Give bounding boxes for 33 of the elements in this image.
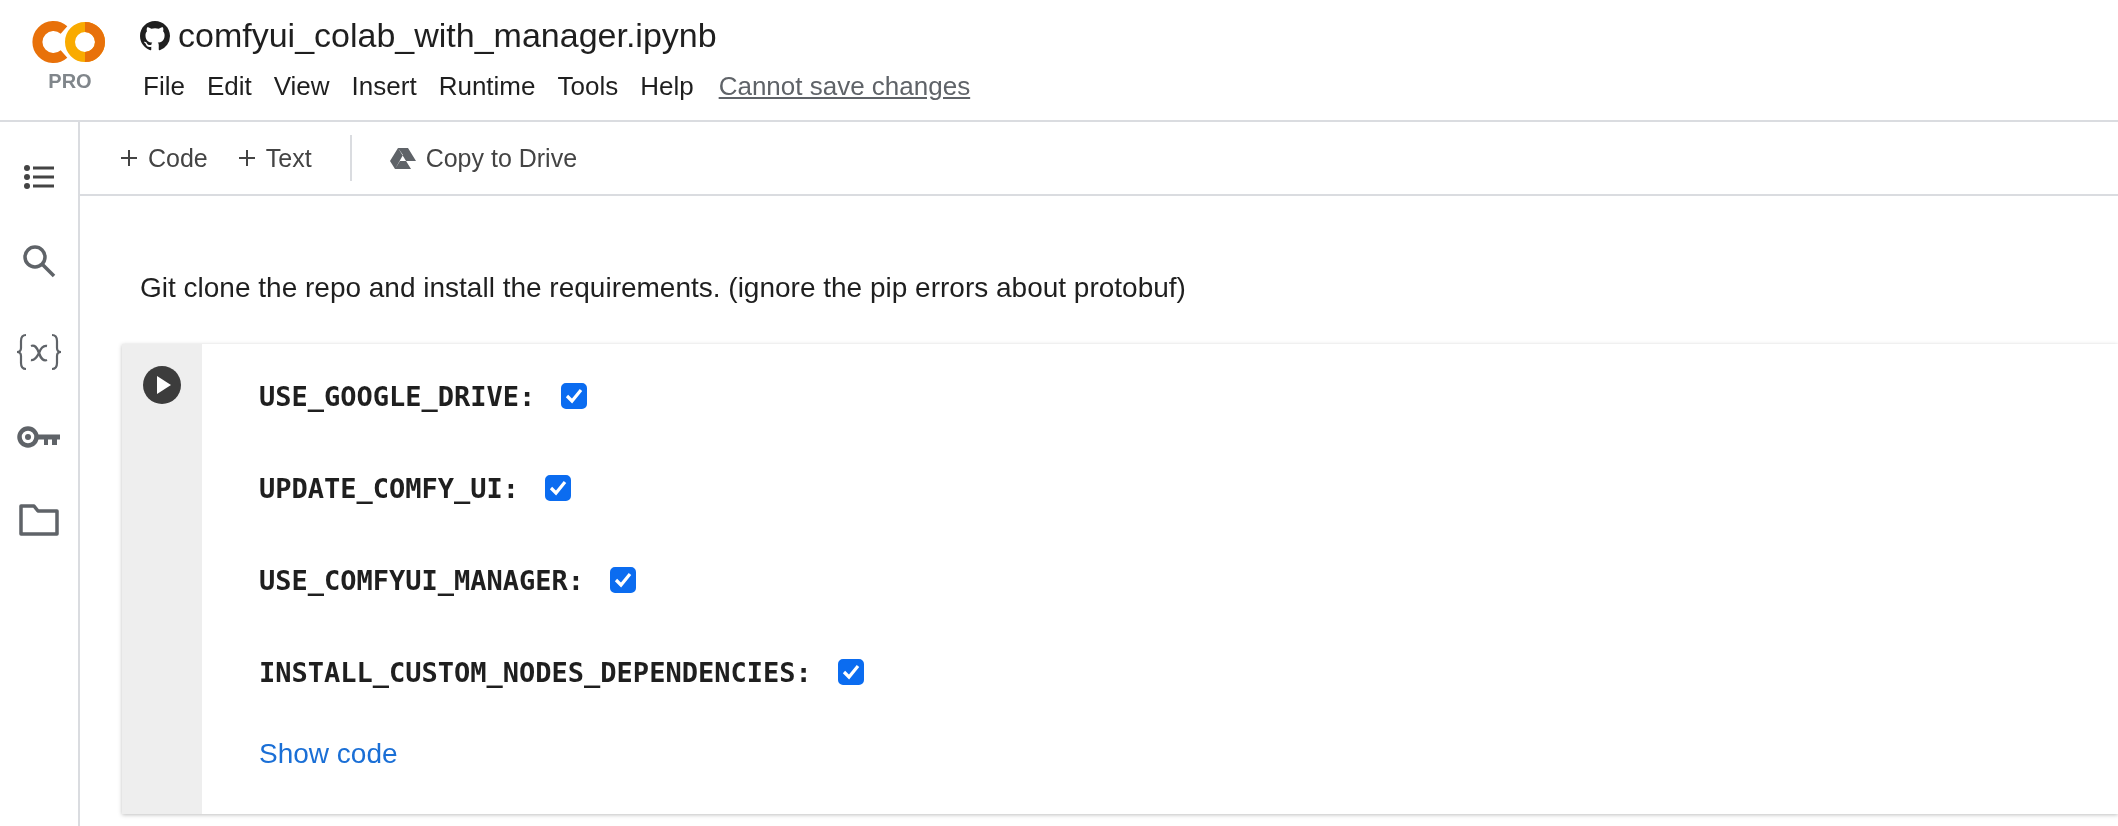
checkbox[interactable] bbox=[545, 475, 572, 501]
notebook-title[interactable]: comfyui_colab_with_manager.ipynb bbox=[178, 16, 717, 55]
checkbox[interactable] bbox=[610, 567, 637, 593]
menu-item[interactable]: File bbox=[140, 67, 196, 106]
variables-icon[interactable] bbox=[16, 333, 62, 371]
table-of-contents-icon[interactable] bbox=[24, 165, 54, 189]
search-icon[interactable] bbox=[21, 243, 57, 279]
folder-icon[interactable] bbox=[18, 503, 60, 537]
menu-item[interactable]: Tools bbox=[546, 67, 630, 106]
checkbox[interactable] bbox=[837, 659, 864, 685]
key-icon[interactable] bbox=[17, 425, 61, 449]
save-status-link[interactable]: Cannot save changes bbox=[718, 71, 971, 102]
plus-icon bbox=[120, 149, 138, 167]
add-cell-button[interactable]: Text bbox=[229, 137, 320, 179]
markdown-text: Git clone the repo and install the requirements. (ignore the pip errors about protobuf) bbox=[140, 272, 1187, 304]
menu-item[interactable]: View bbox=[262, 67, 341, 106]
plan-label: PRO bbox=[48, 70, 92, 93]
run-cell-icon[interactable] bbox=[143, 366, 181, 404]
menu-item[interactable]: Edit bbox=[195, 67, 263, 106]
form-field-label: USE_GOOGLE_DRIVE: bbox=[259, 380, 536, 412]
form-field-label: USE_COMFYUI_MANAGER: bbox=[259, 564, 585, 596]
menu-item[interactable]: Runtime bbox=[427, 67, 547, 106]
menu-item[interactable]: Insert bbox=[340, 67, 428, 106]
add-cell-button[interactable]: Code bbox=[112, 137, 216, 179]
show-code-link[interactable]: Show code bbox=[259, 738, 864, 770]
github-icon bbox=[140, 20, 170, 51]
drive-icon bbox=[389, 147, 416, 169]
menu-item[interactable]: Help bbox=[629, 67, 705, 106]
checkbox[interactable] bbox=[561, 383, 588, 409]
form-field-label: UPDATE_COMFY_UI: bbox=[259, 472, 520, 504]
copy-to-drive-button[interactable]: Copy to Drive bbox=[381, 137, 586, 179]
form-field-label: INSTALL_CUSTOM_NODES_DEPENDENCIES: bbox=[259, 656, 812, 688]
plus-icon bbox=[237, 149, 256, 167]
